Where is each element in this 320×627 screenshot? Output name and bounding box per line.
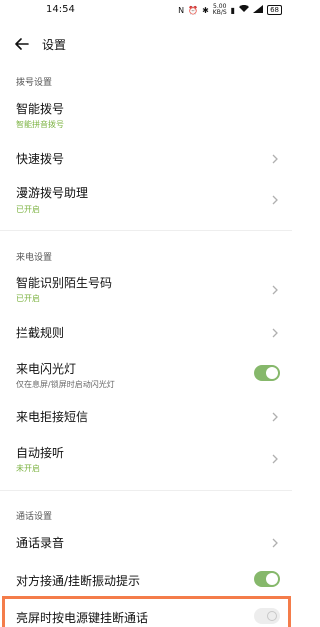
chevron-right-icon (272, 285, 278, 295)
network-speed: 5.00 KB/S (212, 3, 227, 16)
section-label-dial: 拨号设置 (16, 78, 53, 88)
call-recording-title: 通话录音 (16, 536, 65, 550)
toggle-knob (266, 573, 278, 585)
auto-answer-status: 未开启 (16, 464, 40, 473)
call-recording-item[interactable]: 通话录音 (0, 528, 292, 558)
signal-icon (253, 5, 264, 15)
auto-answer-item[interactable]: 自动接听 未开启 (0, 440, 292, 480)
section-label-call: 通话设置 (16, 512, 53, 522)
reject-sms-title: 来电拒接短信 (16, 410, 89, 424)
flash-alert-subtitle: 仅在息屏/锁屏时启动闪光灯 (16, 380, 115, 389)
flash-alert-toggle[interactable] (254, 365, 280, 381)
roaming-assistant-title: 漫游拨号助理 (16, 186, 89, 200)
battery-icon: 68 (267, 5, 282, 15)
chevron-right-icon (272, 538, 278, 548)
chevron-right-icon (272, 412, 278, 422)
unknown-number-status: 已开启 (16, 294, 40, 303)
alarm-icon: ⏰ (188, 5, 199, 15)
smart-dial-item[interactable]: 智能拨号 智能拼音拨号 (0, 96, 292, 132)
smart-dial-subtitle: 智能拼音拨号 (16, 120, 64, 129)
wifi-icon (239, 4, 250, 15)
header: 设置 (0, 30, 292, 60)
auto-answer-title: 自动接听 (16, 446, 65, 460)
status-time: 14:54 (46, 4, 75, 15)
back-arrow-icon (15, 38, 29, 50)
roaming-assistant-status: 已开启 (16, 205, 40, 214)
hd-icon: ▮ (230, 5, 236, 15)
block-rules-item[interactable]: 拦截规则 (0, 318, 292, 348)
chevron-right-icon (272, 328, 278, 338)
vibrate-alert-title: 对方接通/挂断振动提示 (16, 574, 141, 588)
flash-alert-item: 来电闪光灯 仅在息屏/锁屏时启动闪光灯 (0, 356, 292, 396)
block-rules-title: 拦截规则 (16, 326, 65, 340)
page-title: 设置 (42, 38, 67, 52)
toggle-knob (266, 367, 278, 379)
status-icons: N ⏰ ✱ 5.00 KB/S ▮ 68 (178, 4, 282, 16)
nfc-icon: N (178, 5, 185, 15)
power-key-hangup-item: 亮屏时按电源键挂断通话 (0, 604, 292, 627)
smart-dial-title: 智能拨号 (16, 102, 65, 116)
chevron-right-icon (272, 195, 278, 205)
reject-sms-item[interactable]: 来电拒接短信 (0, 402, 292, 432)
chevron-right-icon (272, 454, 278, 464)
chevron-right-icon (272, 154, 278, 164)
flash-alert-title: 来电闪光灯 (16, 362, 77, 376)
power-key-hangup-title: 亮屏时按电源键挂断通话 (16, 611, 149, 625)
speed-dial-item[interactable]: 快速拨号 (0, 142, 292, 172)
vibrate-alert-toggle[interactable] (254, 571, 280, 587)
unknown-number-title: 智能识别陌生号码 (16, 276, 113, 290)
back-button[interactable] (10, 32, 34, 56)
section-label-incoming: 来电设置 (16, 253, 53, 263)
toggle-knob (267, 611, 277, 621)
roaming-assistant-item[interactable]: 漫游拨号助理 已开启 (0, 180, 292, 220)
speed-dial-title: 快速拨号 (16, 152, 65, 166)
status-bar: 14:54 N ⏰ ✱ 5.00 KB/S ▮ 68 (0, 0, 292, 20)
unknown-number-item[interactable]: 智能识别陌生号码 已开启 (0, 270, 292, 310)
power-key-hangup-toggle[interactable] (254, 608, 280, 624)
divider (0, 230, 292, 231)
divider (0, 490, 292, 491)
bluetooth-icon: ✱ (202, 5, 209, 15)
vibrate-alert-item: 对方接通/挂断振动提示 (0, 566, 292, 596)
